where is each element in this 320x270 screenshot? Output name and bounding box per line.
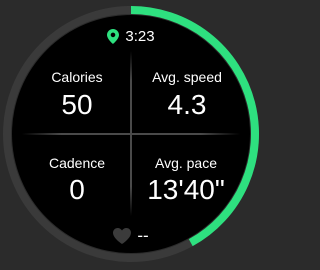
calories-value: 50 <box>61 89 93 120</box>
heart-rate-value: -- <box>137 226 149 245</box>
watch-screen: 3:23 Calories 50 Avg. speed 4.3 Cadence … <box>0 0 262 270</box>
avg-pace-label: Avg. pace <box>154 155 217 171</box>
cadence-label: Cadence <box>48 155 106 171</box>
grid-divider-horizontal <box>22 133 240 135</box>
clock-time: 3:23 <box>125 28 155 45</box>
avg-speed-value: 4.3 <box>167 89 207 120</box>
cadence-value: 0 <box>69 174 85 205</box>
avg-speed-label: Avg. speed <box>152 69 222 85</box>
location-pin-icon <box>107 29 120 44</box>
status-bar: 3:23 <box>0 27 262 47</box>
heart-icon <box>113 228 132 244</box>
avg-pace-value: 13'40" <box>147 174 225 205</box>
heart-rate: -- <box>0 226 262 246</box>
calories-label: Calories <box>51 69 103 85</box>
